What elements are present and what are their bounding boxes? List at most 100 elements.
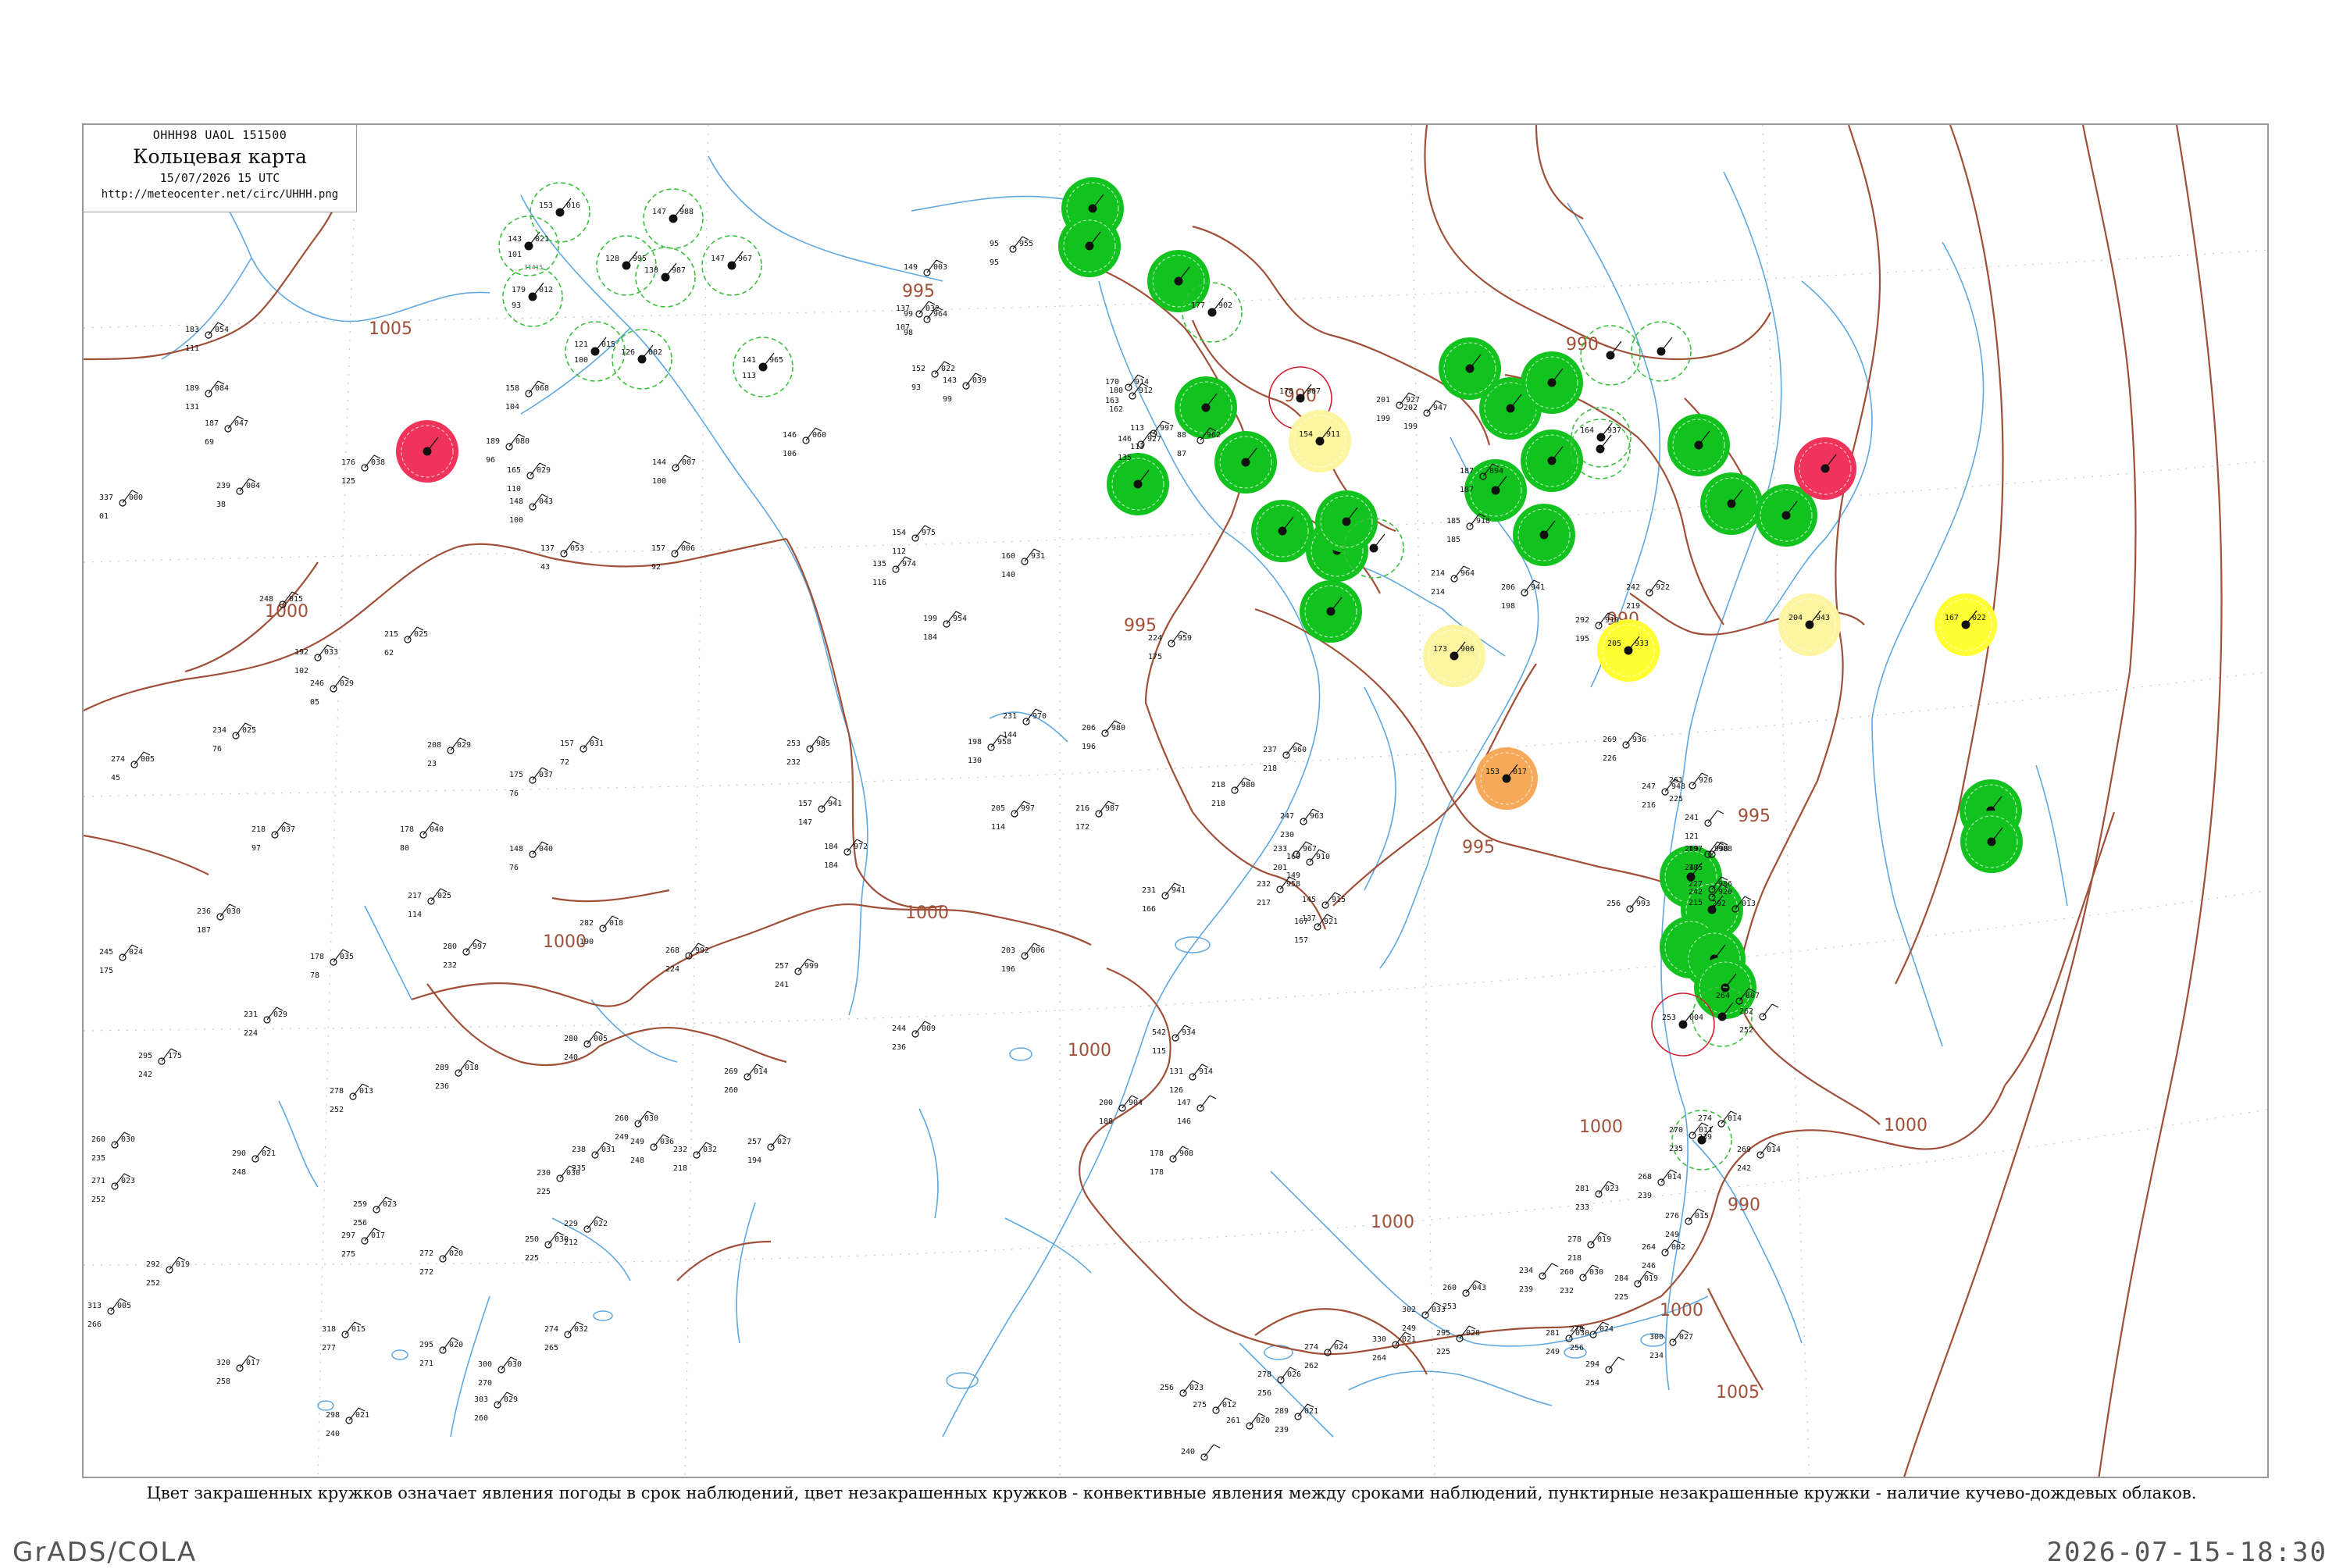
station-plot[interactable]: 205 997 114	[991, 800, 1035, 832]
station-plot[interactable]: 144 007 100	[652, 454, 696, 486]
station-plot[interactable]: 330 021 264	[1372, 1331, 1416, 1363]
station-marker[interactable]	[1251, 500, 1314, 562]
station-plot[interactable]: 95 955 95	[990, 236, 1033, 267]
station-plot[interactable]: 269 014 242	[1737, 1142, 1781, 1173]
station-plot[interactable]: 237 960 218	[1263, 742, 1307, 773]
station-marker[interactable]	[1513, 504, 1575, 566]
station-plot[interactable]: 113 997 113	[1130, 420, 1174, 451]
station-plot[interactable]: 178 040 80	[400, 821, 444, 853]
station-plot[interactable]: 284 019 225	[1614, 1270, 1658, 1302]
station-plot[interactable]: 274 032 265	[544, 1321, 588, 1352]
station-marker[interactable]	[1794, 437, 1856, 500]
station-plot[interactable]: 300 030 270	[478, 1356, 522, 1388]
station-plot[interactable]: 185 918 185	[1446, 513, 1490, 544]
station-marker[interactable]	[1439, 337, 1501, 400]
station-plot[interactable]: 208 029 23	[427, 737, 471, 768]
station-plot[interactable]: 232 958 217	[1257, 876, 1300, 907]
station-plot[interactable]: 245 024 175	[99, 944, 143, 975]
station-plot[interactable]: 264 002 246	[1642, 1239, 1685, 1270]
station-plot[interactable]: 165 029 110	[507, 462, 551, 494]
station-plot[interactable]: 257 999 241	[775, 958, 818, 989]
station-marker[interactable]	[1700, 472, 1763, 535]
station-marker[interactable]: 147 988	[643, 188, 704, 249]
station-plot[interactable]: 303 029 260	[474, 1392, 518, 1423]
station-plot[interactable]: 260 030 232	[1560, 1264, 1603, 1295]
station-plot[interactable]: 278 013 252	[330, 1083, 373, 1114]
station-plot[interactable]: 202 947 199	[1403, 400, 1447, 431]
station-marker[interactable]	[1058, 215, 1121, 277]
station-plot[interactable]: 260 043253	[1443, 1280, 1486, 1311]
station-marker[interactable]	[1214, 431, 1277, 494]
station-plot[interactable]: 157 006 92	[651, 540, 695, 572]
station-plot[interactable]: 234 025 76	[212, 722, 256, 754]
station-plot[interactable]: 313 005 266	[87, 1298, 131, 1329]
station-plot[interactable]: 260 030 235	[91, 1131, 135, 1163]
station-plot[interactable]: 203 006 196	[1001, 943, 1045, 974]
station-plot[interactable]: 295 020 271	[419, 1337, 463, 1368]
station-plot[interactable]: 146 060 106	[783, 427, 826, 458]
station-plot[interactable]: 240	[1181, 1444, 1221, 1461]
station-plot[interactable]: 271 023 252	[91, 1173, 135, 1204]
station-marker[interactable]	[1300, 580, 1362, 643]
station-plot[interactable]: 269 014 260	[724, 1064, 768, 1095]
station-marker[interactable]: 173 906	[1423, 625, 1485, 687]
station-plot[interactable]: 147 146	[1177, 1095, 1217, 1126]
station-plot[interactable]: 176 038 125	[341, 454, 385, 486]
station-plot[interactable]: 281 023 233	[1575, 1181, 1619, 1212]
station-plot[interactable]: 250 030225	[525, 1231, 569, 1263]
source-url[interactable]: http://meteocenter.net/circ/UHHH.png	[84, 188, 356, 201]
station-plot[interactable]: 318 015 277	[322, 1321, 366, 1352]
station-plot[interactable]: 294 254	[1585, 1356, 1625, 1388]
station-plot[interactable]: 244 009 236	[892, 1021, 936, 1052]
station-plot[interactable]: 295 028 225	[1436, 1325, 1480, 1356]
station-plot[interactable]: 289 018 236	[435, 1060, 479, 1091]
station-plot[interactable]: 269 936 226	[1603, 732, 1646, 763]
station-plot[interactable]: 189 084 131	[185, 380, 229, 412]
station-plot[interactable]: 238 031 235	[572, 1142, 615, 1173]
station-plot[interactable]: 275 012	[1193, 1397, 1236, 1414]
station-plot[interactable]: 241 121	[1685, 810, 1724, 841]
station-plot[interactable]: 274 024 262	[1304, 1339, 1348, 1370]
station-plot[interactable]: 178 908 178	[1150, 1146, 1193, 1177]
station-plot[interactable]: 184 972 184	[824, 839, 868, 870]
station-plot[interactable]: 175 037 76	[509, 767, 553, 798]
station-plot[interactable]: 187 047 69	[205, 415, 248, 447]
station-plot[interactable]: 214 964 214	[1431, 565, 1475, 597]
station-marker[interactable]: 154 911	[1289, 410, 1351, 472]
station-plot[interactable]: 218 980 218	[1211, 777, 1255, 808]
station-marker[interactable]	[1175, 376, 1237, 439]
station-marker[interactable]: 167 022	[1935, 593, 1997, 656]
station-plot[interactable]: 216 987 172	[1075, 800, 1119, 832]
station-plot[interactable]: 246 029 05	[310, 675, 354, 707]
station-plot[interactable]: 261 020	[1226, 1413, 1270, 1430]
station-marker[interactable]: 153 017	[1475, 747, 1538, 810]
station-plot[interactable]: 160 910 149	[1286, 849, 1330, 880]
station-plot[interactable]: 278 026 256	[1257, 1367, 1301, 1398]
station-plot[interactable]: 542 934 115	[1152, 1025, 1196, 1056]
station-plot[interactable]: 236 030 187	[197, 903, 241, 935]
station-plot[interactable]: 218 037 97	[251, 821, 295, 853]
station-plot[interactable]: 300 027 234	[1649, 1329, 1693, 1360]
station-marker[interactable]: 204 943	[1778, 593, 1841, 656]
station-plot[interactable]: 231 941 166	[1142, 882, 1186, 914]
station-plot[interactable]: 158 068 104	[505, 380, 549, 412]
station-plot[interactable]: 231 029 224	[244, 1007, 287, 1038]
station-plot[interactable]: 295 175 242	[138, 1048, 182, 1079]
station-plot[interactable]: 199 954 184	[923, 611, 967, 642]
station-marker[interactable]	[1960, 811, 2023, 873]
station-plot[interactable]: 143 039 99	[943, 372, 986, 404]
station-plot[interactable]: 206 980 196	[1082, 720, 1125, 751]
station-plot[interactable]: 247 963 230	[1280, 808, 1324, 839]
station-plot[interactable]: 280 005 240	[564, 1031, 608, 1062]
station-plot[interactable]: 276 015 249	[1665, 1208, 1709, 1239]
station-plot[interactable]: 278 019 218	[1567, 1231, 1611, 1263]
station-plot[interactable]: 256 993	[1607, 896, 1650, 913]
station-plot[interactable]: 157 031 72	[560, 736, 604, 767]
station-plot[interactable]: 272 020 272	[419, 1245, 463, 1277]
station-marker[interactable]	[1315, 490, 1378, 553]
station-marker[interactable]: 141 965 113	[733, 337, 793, 397]
station-marker[interactable]: 147 967	[701, 235, 762, 296]
station-marker[interactable]	[1521, 429, 1583, 492]
station-plot[interactable]: 282 018 190	[580, 915, 623, 946]
station-plot[interactable]: 229 022 212	[564, 1216, 608, 1247]
